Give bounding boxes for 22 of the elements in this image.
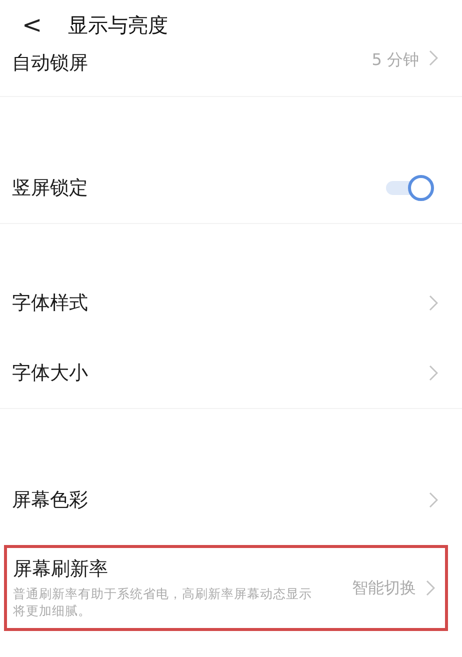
setting-label: 竖屏锁定	[12, 176, 88, 201]
chevron-icon	[429, 50, 438, 66]
setting-row[interactable]: 屏幕色彩	[0, 465, 462, 535]
chevron-icon	[429, 492, 438, 508]
setting-label: 字体样式	[12, 291, 88, 316]
page-title: 显示与亮度	[68, 12, 168, 38]
highlighted-setting-row[interactable]: 屏幕刷新率 普通刷新率有助于系统省电，高刷新率屏幕动态显示将更加细腻。 智能切换	[4, 545, 448, 631]
back-button[interactable]: <	[18, 11, 46, 39]
chevron-icon	[426, 580, 435, 596]
setting-row[interactable]: 竖屏锁定	[0, 153, 462, 223]
setting-row[interactable]: 自动锁屏 5 分钟	[0, 50, 462, 96]
setting-label: 字体大小	[12, 361, 88, 386]
setting-row[interactable]: 字体大小	[0, 338, 462, 408]
chevron-icon	[429, 365, 438, 381]
setting-label: 屏幕色彩	[12, 488, 88, 513]
setting-value: 5 分钟	[372, 50, 419, 71]
setting-description: 普通刷新率有助于系统省电，高刷新率屏幕动态显示将更加细腻。	[13, 586, 313, 620]
chevron-icon	[429, 295, 438, 311]
setting-value: 智能切换	[352, 578, 416, 598]
setting-label: 自动锁屏	[12, 51, 88, 76]
setting-label: 屏幕刷新率	[13, 557, 109, 582]
setting-row[interactable]: 字体样式	[0, 268, 462, 338]
